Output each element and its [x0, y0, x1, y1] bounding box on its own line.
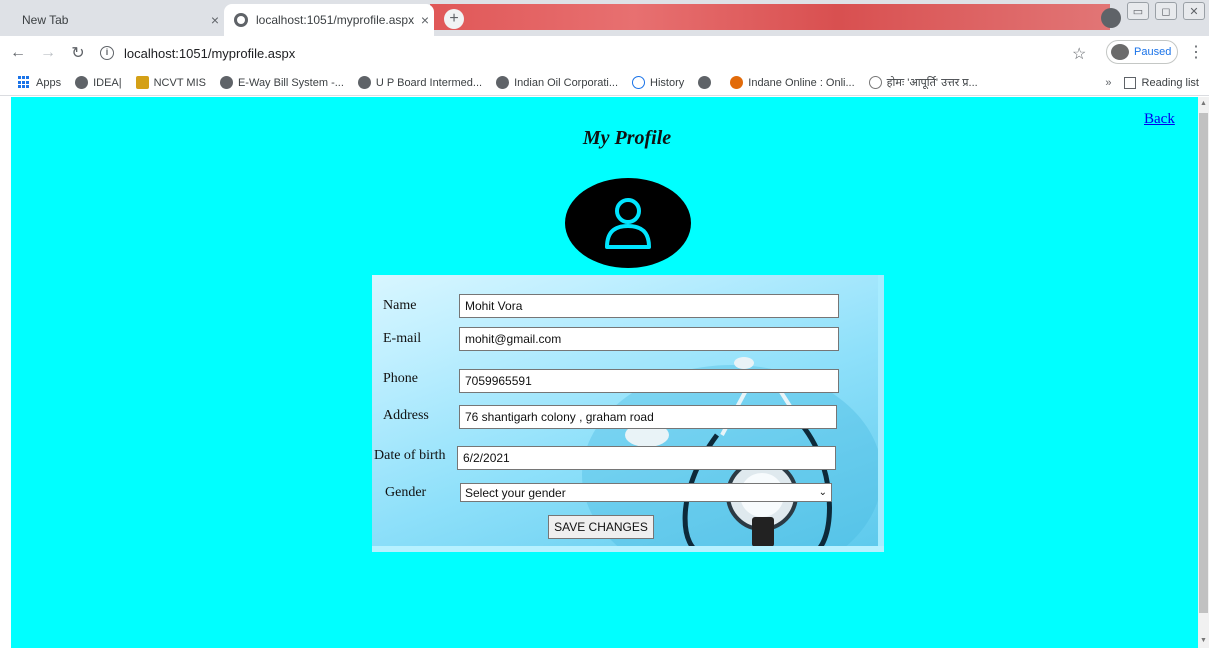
history-icon: [632, 76, 646, 89]
name-input[interactable]: Mohit Vora: [459, 294, 839, 318]
address-bar[interactable]: i localhost:1051/myprofile.aspx: [100, 40, 1060, 66]
profile-avatar-icon: [1111, 44, 1129, 60]
bookmark-indianoil[interactable]: Indian Oil Corporati...: [496, 76, 618, 89]
bookmark-eway[interactable]: E-Way Bill System -...: [219, 76, 344, 89]
bookmark-ncvt[interactable]: NCVT MIS: [135, 76, 206, 89]
gender-select[interactable]: Select your gender ⌄: [460, 483, 832, 502]
address-label: Address: [383, 408, 429, 423]
chevron-down-icon: ⌄: [818, 487, 827, 498]
bookmark-idea[interactable]: IDEA|: [75, 76, 122, 89]
dob-input[interactable]: 6/2/2021: [457, 446, 836, 470]
address-input[interactable]: 76 shantigarh colony , graham road: [459, 405, 837, 429]
menu-kebab-icon[interactable]: ⋮: [1188, 42, 1204, 62]
bookmark-history[interactable]: History: [632, 76, 684, 89]
gender-label: Gender: [385, 485, 427, 500]
scroll-up-icon[interactable]: ▲: [1200, 100, 1207, 107]
indane-logo-icon: [730, 76, 744, 89]
bookmark-upboard[interactable]: U P Board Intermed...: [357, 76, 483, 89]
tab-title: New Tab: [22, 13, 69, 27]
globe-icon: [357, 76, 371, 89]
globe-icon: [698, 76, 712, 89]
bookmarks-bar: Apps IDEA| NCVT MIS E-Way Bill System -.…: [0, 70, 1209, 96]
bookmark-label: E-Way Bill System -...: [237, 76, 344, 89]
bookmarks-right: » Reading list: [1105, 70, 1199, 96]
profile-paused-button[interactable]: Paused: [1106, 40, 1178, 64]
user-icon: [605, 198, 651, 249]
scroll-down-icon[interactable]: ▼: [1200, 637, 1207, 644]
minimize-button[interactable]: ▭: [1127, 2, 1149, 20]
back-link[interactable]: Back: [1144, 111, 1175, 128]
phone-input[interactable]: 7059965591: [459, 369, 839, 393]
dob-label: Date of birth: [374, 448, 446, 463]
globe-icon: [234, 13, 248, 27]
url-text: localhost:1051/myprofile.aspx: [124, 45, 296, 61]
tab-strip: New Tab × localhost:1051/myprofile.aspx …: [0, 0, 1209, 36]
back-arrow-icon[interactable]: ←: [6, 41, 30, 65]
bookmark-unnamed[interactable]: [698, 76, 716, 89]
page-content: Back My Profile Name Mohit Vora E-mail m…: [11, 97, 1198, 648]
globe-icon: [219, 76, 233, 89]
emblem-icon: [135, 76, 149, 89]
name-label: Name: [383, 298, 417, 313]
email-label: E-mail: [383, 331, 422, 346]
bookmark-label: U P Board Intermed...: [375, 76, 483, 89]
bookmark-label: Indian Oil Corporati...: [514, 76, 619, 89]
bookmark-label: History: [650, 76, 685, 89]
tab-new-tab[interactable]: New Tab ×: [8, 4, 224, 36]
close-tab-icon[interactable]: ×: [416, 12, 434, 28]
reading-list-icon: [1123, 77, 1136, 89]
reload-icon[interactable]: ↻: [66, 41, 90, 65]
browser-toolbar: ← → ↻ i localhost:1051/myprofile.aspx ☆: [0, 36, 1209, 70]
form-border: [372, 546, 884, 552]
new-tab-button[interactable]: +: [444, 9, 464, 29]
page-scrollbar[interactable]: ▲ ▼: [1198, 97, 1209, 648]
maximize-button[interactable]: ◻: [1155, 2, 1177, 20]
apps-grid-icon: [18, 76, 31, 89]
bookmark-label: IDEA|: [93, 76, 122, 89]
bookmark-label: Apps: [36, 76, 62, 89]
globe-icon: [496, 76, 510, 89]
account-icon[interactable]: [1101, 8, 1121, 28]
bookmark-overflow-button[interactable]: »: [1105, 77, 1111, 89]
close-tab-icon[interactable]: ×: [206, 12, 224, 28]
phone-label: Phone: [383, 371, 418, 386]
avatar: [565, 178, 691, 268]
emblem-icon: [868, 76, 882, 89]
bookmark-indane[interactable]: Indane Online : Onli...: [730, 76, 855, 89]
email-input[interactable]: mohit@gmail.com: [459, 327, 839, 351]
reading-list-button[interactable]: Reading list: [1142, 77, 1199, 89]
window-titlebar-decoration: [430, 4, 1110, 30]
globe-icon: [75, 76, 89, 89]
bookmark-apps[interactable]: Apps: [18, 76, 61, 89]
close-window-button[interactable]: ✕: [1183, 2, 1205, 20]
window-controls: ▭ ◻ ✕: [1101, 2, 1205, 28]
profile-form: Name Mohit Vora E-mail mohit@gmail.com P…: [372, 275, 884, 552]
bookmark-label: Indane Online : Onli...: [748, 76, 855, 89]
info-icon[interactable]: i: [100, 46, 114, 60]
bookmark-upsupply[interactable]: होमः 'आपूर्ति' उत्तर प्र...: [868, 75, 978, 90]
bookmark-label: NCVT MIS: [153, 76, 206, 89]
bookmark-star-icon[interactable]: ☆: [1072, 44, 1086, 64]
bookmark-label: होमः 'आपूर्ति' उत्तर प्र...: [886, 77, 978, 89]
form-border: [878, 275, 884, 552]
save-changes-button[interactable]: SAVE CHANGES: [548, 515, 654, 539]
gender-selected-value: Select your gender: [465, 485, 566, 500]
tab-myprofile[interactable]: localhost:1051/myprofile.aspx ×: [224, 4, 434, 36]
scrollbar-thumb[interactable]: [1199, 113, 1208, 613]
profile-status: Paused: [1134, 46, 1172, 58]
page-title: My Profile: [582, 127, 672, 149]
tab-title: localhost:1051/myprofile.aspx: [256, 13, 415, 27]
forward-arrow-icon[interactable]: →: [36, 41, 60, 65]
